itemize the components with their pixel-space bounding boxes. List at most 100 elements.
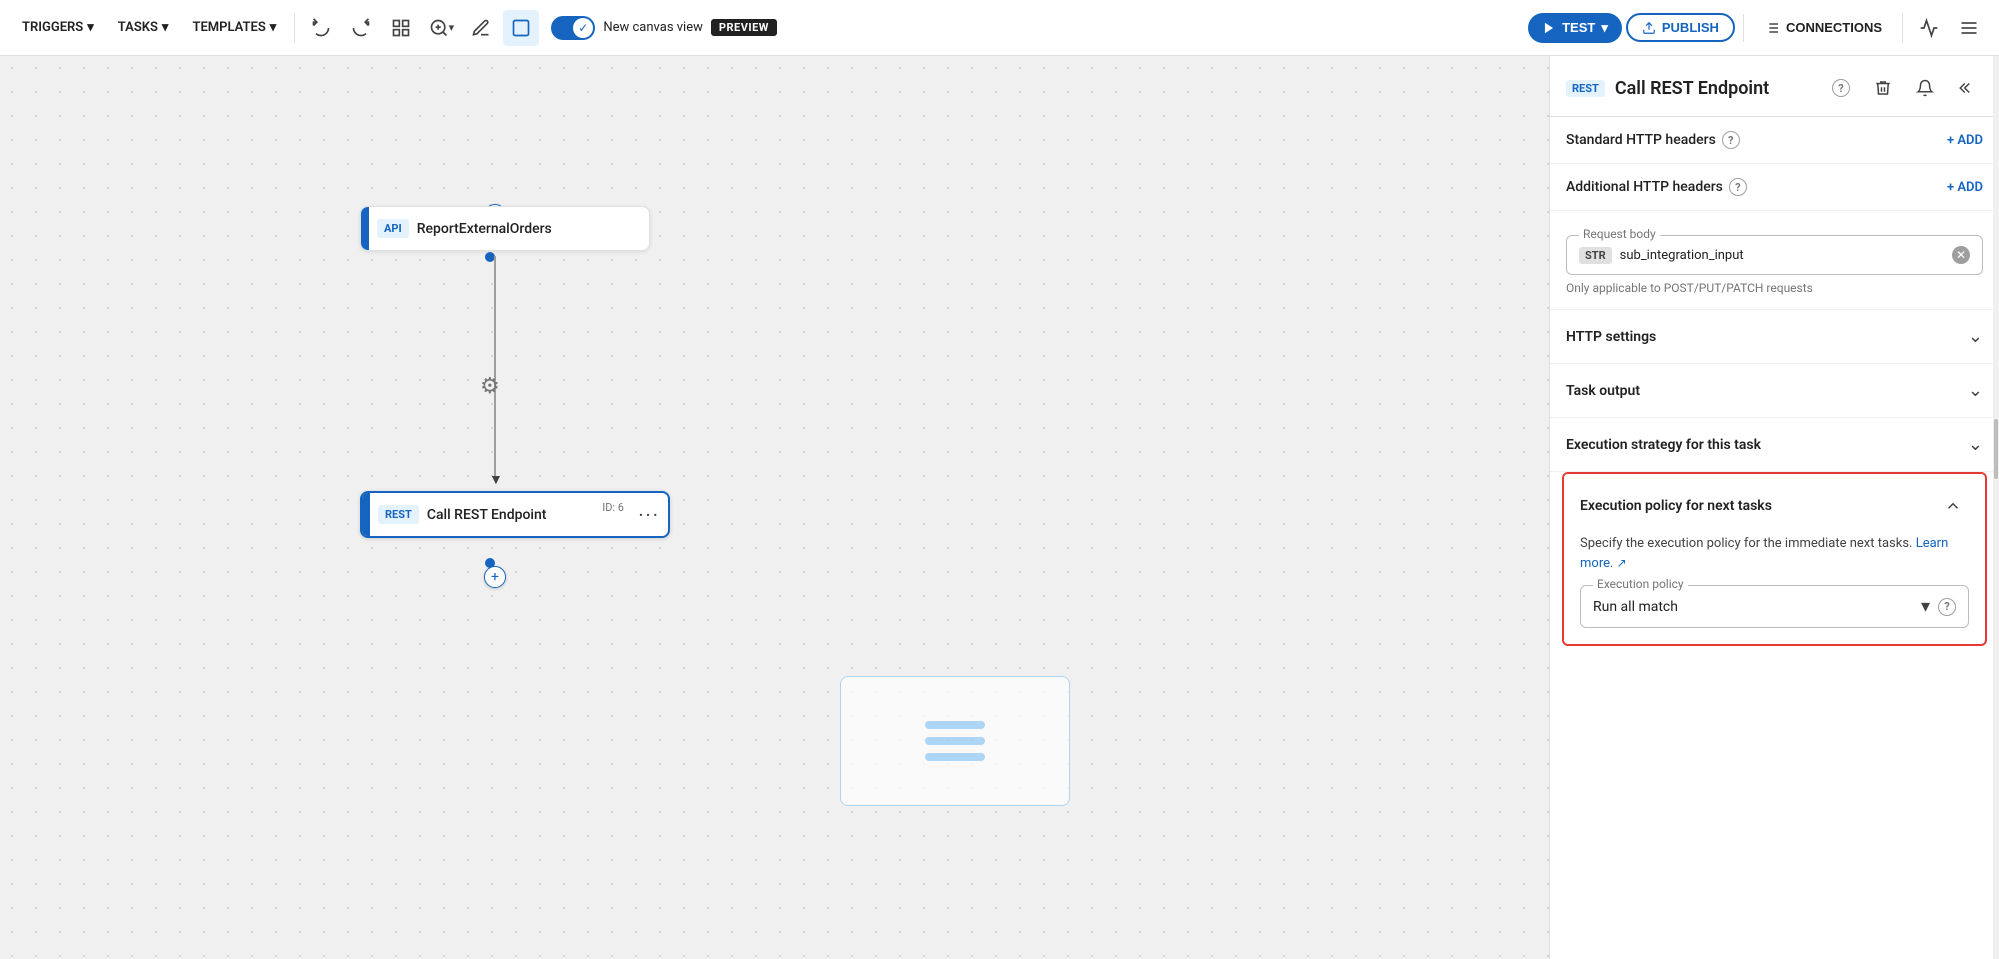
tasks-label: TASKS — [118, 20, 158, 35]
redo-button[interactable] — [343, 10, 379, 46]
task-output-row[interactable]: Task output ⌄ — [1550, 364, 1999, 418]
templates-menu[interactable]: TEMPLATES ▾ — [182, 14, 286, 41]
panel-rest-badge: REST — [1566, 80, 1605, 97]
toggle-knob: ✓ — [573, 18, 593, 38]
help-button[interactable]: ? — [1825, 72, 1857, 104]
templates-chevron-icon: ▾ — [270, 20, 277, 35]
triggers-chevron-icon: ▾ — [87, 20, 94, 35]
exec-policy-dropdown-label: Execution policy — [1593, 577, 1688, 591]
test-button[interactable]: TEST ▾ — [1528, 13, 1622, 43]
tasks-menu[interactable]: TASKS ▾ — [108, 14, 179, 41]
toggle-check-icon: ✓ — [578, 21, 588, 35]
tasks-chevron-icon: ▾ — [162, 20, 169, 35]
task-output-label: Task output — [1566, 383, 1640, 399]
publish-label: PUBLISH — [1662, 20, 1719, 35]
exec-policy-dropdown-content: Run all match ▾ ? — [1593, 596, 1956, 617]
remove-body-button[interactable]: ✕ — [1952, 246, 1970, 264]
exec-policy-dropdown[interactable]: Execution policy Run all match ▾ ? — [1580, 585, 1969, 628]
additional-http-section: Additional HTTP headers ? + ADD — [1550, 164, 1999, 211]
standard-http-help-icon[interactable]: ? — [1722, 131, 1740, 149]
external-link-icon: ↗ — [1617, 556, 1627, 570]
rest-node-menu[interactable]: ··· — [638, 503, 660, 527]
request-body-section: Request body STR sub_integration_input ✕… — [1550, 211, 1999, 310]
nav-divider-3 — [1902, 14, 1903, 42]
menu-button[interactable] — [1951, 10, 1987, 46]
top-navigation: TRIGGERS ▾ TASKS ▾ TEMPLATES ▾ ▾ ✓ New c… — [0, 0, 1999, 56]
request-body-box: Request body STR sub_integration_input ✕ — [1566, 235, 1983, 275]
right-panel: REST Call REST Endpoint ? Standard HTTP … — [1549, 56, 1999, 959]
dropdown-icons: ▾ ? — [1921, 596, 1956, 617]
additional-http-add-button[interactable]: + ADD — [1947, 180, 1983, 195]
zoom-button[interactable]: ▾ — [423, 10, 459, 46]
exec-policy-body: Specify the execution policy for the imm… — [1564, 534, 1985, 644]
additional-http-help-icon[interactable]: ? — [1729, 178, 1747, 196]
exec-policy-collapse-button[interactable] — [1937, 490, 1969, 522]
standard-http-add-button[interactable]: + ADD — [1947, 133, 1983, 148]
help-icon[interactable]: ? — [1832, 79, 1850, 97]
gear-icon[interactable]: ⚙ — [480, 374, 508, 402]
nav-divider-1 — [294, 14, 295, 42]
standard-http-row: Standard HTTP headers ? + ADD — [1566, 131, 1983, 149]
nav-divider-2 — [1743, 14, 1744, 42]
panel-header: REST Call REST Endpoint ? — [1550, 56, 1999, 117]
http-settings-row[interactable]: HTTP settings ⌄ — [1550, 310, 1999, 364]
rest-node[interactable]: REST Call REST Endpoint ID: 6 ··· — [360, 491, 670, 538]
additional-http-row: Additional HTTP headers ? + ADD — [1566, 178, 1983, 196]
scroll-thumb[interactable] — [1994, 419, 1998, 479]
templates-label: TEMPLATES — [192, 20, 265, 35]
exec-policy-section: Execution policy for next tasks Specify … — [1562, 472, 1987, 646]
str-badge: STR — [1579, 247, 1612, 264]
main-layout: + API ReportExternalOrders ⚙ ▼ REST Call… — [0, 56, 1999, 959]
toggle-switch[interactable]: ✓ — [551, 16, 595, 40]
canvas-toggle[interactable]: ✓ New canvas view PREVIEW — [551, 16, 777, 40]
exec-policy-next-label: Execution policy for next tasks — [1580, 498, 1772, 514]
body-note: Only applicable to POST/PUT/PATCH reques… — [1566, 281, 1983, 295]
rest-node-id: ID: 6 — [602, 501, 624, 514]
triggers-menu[interactable]: TRIGGERS ▾ — [12, 14, 104, 41]
connections-label: CONNECTIONS — [1786, 20, 1882, 35]
mini-node — [840, 676, 1070, 806]
scroll-track — [1993, 56, 1999, 959]
triggers-label: TRIGGERS — [22, 20, 83, 35]
canvas-view-button[interactable] — [503, 10, 539, 46]
connector-line — [494, 256, 496, 476]
collapse-panel-button[interactable] — [1951, 72, 1983, 104]
task-output-chevron-icon: ⌄ — [1968, 380, 1983, 401]
exec-strategy-chevron-icon: ⌄ — [1968, 434, 1983, 455]
publish-button[interactable]: PUBLISH — [1626, 13, 1735, 42]
http-settings-label: HTTP settings — [1566, 329, 1656, 345]
edit-button[interactable] — [463, 10, 499, 46]
preview-badge: PREVIEW — [711, 19, 777, 36]
exec-policy-help-icon[interactable]: ? — [1938, 598, 1956, 616]
arrow-down-icon: ▼ — [489, 471, 503, 488]
exec-strategy-label: Execution strategy for this task — [1566, 437, 1761, 453]
rest-node-name: Call REST Endpoint — [427, 507, 668, 523]
canvas-area[interactable]: + API ReportExternalOrders ⚙ ▼ REST Call… — [0, 56, 1549, 959]
http-settings-chevron-icon: ⌄ — [1968, 326, 1983, 347]
request-body-content: STR sub_integration_input ✕ — [1579, 246, 1970, 264]
delete-button[interactable] — [1867, 72, 1899, 104]
layout-button[interactable] — [383, 10, 419, 46]
standard-http-label: Standard HTTP headers ? — [1566, 131, 1740, 149]
dropdown-arrow-icon[interactable]: ▾ — [1921, 596, 1930, 617]
connections-button[interactable]: CONNECTIONS — [1752, 13, 1894, 43]
additional-http-label: Additional HTTP headers ? — [1566, 178, 1747, 196]
api-node[interactable]: API ReportExternalOrders — [360, 206, 650, 251]
rest-node-add-bottom[interactable]: + — [484, 566, 506, 588]
api-node-bar — [361, 207, 369, 250]
standard-http-section: Standard HTTP headers ? + ADD — [1550, 117, 1999, 164]
exec-policy-desc: Specify the execution policy for the imm… — [1580, 534, 1969, 573]
rest-node-bar — [362, 493, 370, 536]
exec-strategy-row[interactable]: Execution strategy for this task ⌄ — [1550, 418, 1999, 472]
analytics-button[interactable] — [1911, 10, 1947, 46]
undo-button[interactable] — [303, 10, 339, 46]
request-body-label: Request body — [1579, 227, 1660, 241]
body-value: sub_integration_input — [1620, 248, 1944, 263]
exec-policy-header: Execution policy for next tasks — [1564, 474, 1985, 534]
bell-button[interactable] — [1909, 72, 1941, 104]
api-node-name: ReportExternalOrders — [417, 221, 649, 237]
test-label: TEST — [1562, 20, 1595, 35]
panel-title: Call REST Endpoint — [1615, 78, 1815, 99]
exec-policy-value: Run all match — [1593, 599, 1678, 615]
api-badge: API — [377, 219, 409, 238]
